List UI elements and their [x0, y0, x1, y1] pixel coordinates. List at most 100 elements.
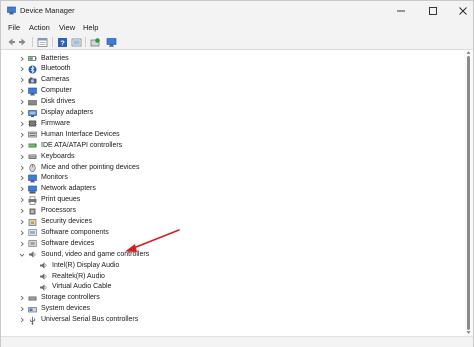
- chevron-right-icon[interactable]: [19, 66, 25, 72]
- minimize-icon: [397, 10, 405, 12]
- chevron-right-icon[interactable]: [19, 306, 25, 312]
- tree-item-label: Security devices: [41, 218, 92, 225]
- scroll-up-icon[interactable]: [466, 50, 471, 55]
- close-button[interactable]: [447, 1, 474, 21]
- tree-category-row[interactable]: Firmware: [1, 118, 461, 129]
- tree-category-row[interactable]: Keyboards: [1, 151, 461, 162]
- monitor-icon: [28, 174, 37, 183]
- menu-view[interactable]: View: [57, 22, 77, 33]
- tree-item-label: Software devices: [41, 239, 95, 247]
- storage-controller-icon: [28, 296, 37, 301]
- tree-category-row[interactable]: Print queues: [1, 195, 461, 206]
- toolbar-separator: [52, 37, 53, 47]
- forward-button[interactable]: [17, 36, 29, 48]
- chevron-right-icon[interactable]: [19, 143, 25, 149]
- tree-item-label: Bluetooth: [41, 65, 71, 73]
- display-adapter-icon: [28, 109, 37, 117]
- tree-device-row[interactable]: Realtek(R) Audio: [1, 271, 461, 282]
- tree-item-label: Disk drives: [41, 98, 76, 106]
- network-adapter-icon: [28, 185, 37, 194]
- scrollbar-thumb[interactable]: [467, 56, 470, 330]
- chevron-right-icon[interactable]: [19, 88, 25, 94]
- disk-drive-icon: [28, 99, 37, 105]
- monitor-button[interactable]: [105, 36, 117, 48]
- chevron-right-icon[interactable]: [19, 208, 25, 214]
- tree-item-label: Firmware: [41, 119, 71, 127]
- tree-category-row[interactable]: Display adapters: [1, 108, 461, 119]
- close-icon: [459, 7, 467, 15]
- chevron-right-icon[interactable]: [19, 186, 25, 192]
- tree-device-row[interactable]: Virtual Audio Cable: [1, 282, 461, 293]
- tree-category-row[interactable]: Batteries: [1, 53, 461, 64]
- toolbar-separator: [85, 37, 86, 47]
- tree-item-label: Computer: [41, 87, 72, 95]
- chevron-down-icon[interactable]: [19, 252, 25, 258]
- minimize-button[interactable]: [385, 1, 417, 21]
- tree-category-row[interactable]: Cameras: [1, 75, 461, 86]
- tree-category-row[interactable]: Security devices: [1, 217, 461, 228]
- tree-item-label: Sound, video and game controllers: [41, 250, 150, 258]
- update-driver-button[interactable]: [70, 36, 82, 48]
- title-bar: Device Manager: [1, 1, 473, 21]
- tree-category-row[interactable]: Software devices: [1, 238, 461, 249]
- tree-category-row[interactable]: System devices: [1, 304, 461, 315]
- tree-category-row[interactable]: Universal Serial Bus controllers: [1, 315, 461, 326]
- chevron-right-icon[interactable]: [19, 121, 25, 127]
- properties-button[interactable]: [36, 36, 48, 48]
- chevron-right-icon[interactable]: [19, 175, 25, 181]
- chevron-right-icon[interactable]: [19, 56, 25, 62]
- maximize-icon: [429, 7, 437, 15]
- window-title: Device Manager: [20, 6, 75, 15]
- tree-category-row[interactable]: Processors: [1, 206, 461, 217]
- scroll-down-icon[interactable]: [466, 330, 471, 335]
- speaker-icon: [40, 284, 47, 291]
- maximize-button[interactable]: [417, 1, 449, 21]
- chevron-right-icon[interactable]: [19, 110, 25, 116]
- scan-hardware-button[interactable]: [89, 36, 101, 48]
- tree-category-row[interactable]: Mice and other pointing devices: [1, 162, 461, 173]
- tree-category-row[interactable]: Network adapters: [1, 184, 461, 195]
- chevron-right-icon[interactable]: [19, 197, 25, 203]
- menu-help[interactable]: Help: [81, 22, 100, 33]
- help-button[interactable]: ?: [56, 36, 68, 48]
- tree-item-label: Processors: [41, 207, 77, 215]
- chevron-right-icon[interactable]: [19, 230, 25, 236]
- tree-category-row[interactable]: Sound, video and game controllers: [1, 249, 461, 260]
- camera-icon: [28, 77, 37, 84]
- tree-item-label: Software components: [41, 228, 109, 236]
- vertical-scrollbar[interactable]: [464, 50, 473, 336]
- tree-category-row[interactable]: Software components: [1, 227, 461, 238]
- tree-category-row[interactable]: Human Interface Devices: [1, 129, 461, 140]
- tree-device-row[interactable]: Intel(R) Display Audio: [1, 260, 461, 271]
- tree-category-row[interactable]: Computer: [1, 86, 461, 97]
- toolbar-separator: [32, 37, 33, 47]
- chevron-right-icon[interactable]: [19, 295, 25, 301]
- chevron-right-icon[interactable]: [19, 99, 25, 105]
- chevron-right-icon[interactable]: [19, 132, 25, 138]
- chevron-right-icon[interactable]: [19, 77, 25, 83]
- back-button[interactable]: [5, 36, 17, 48]
- update-driver-icon: [71, 38, 81, 46]
- chevron-right-icon[interactable]: [19, 154, 25, 160]
- chevron-right-icon[interactable]: [19, 219, 25, 225]
- tree-item-label: Intel(R) Display Audio: [52, 261, 120, 269]
- tree-item-label: Network adapters: [41, 185, 96, 193]
- chevron-right-icon[interactable]: [19, 317, 25, 323]
- tree-category-row[interactable]: Disk drives: [1, 97, 461, 108]
- menu-action[interactable]: Action: [27, 22, 52, 33]
- chevron-right-icon[interactable]: [19, 165, 25, 171]
- software-component-icon: [28, 229, 37, 237]
- computer-icon: [28, 87, 37, 96]
- system-device-icon: [28, 306, 37, 312]
- tree-category-row[interactable]: IDE ATA/ATAPI controllers: [1, 140, 461, 151]
- device-tree: Batteries Bluetooth Cameras Computer Disk dr…: [1, 50, 463, 336]
- menu-file[interactable]: File: [6, 22, 22, 33]
- security-device-icon: [28, 218, 37, 226]
- tree-category-row[interactable]: Monitors: [1, 173, 461, 184]
- tree-category-row[interactable]: Storage controllers: [1, 293, 461, 304]
- keyboard-icon: [28, 154, 37, 160]
- software-device-icon: [28, 240, 37, 248]
- tree-category-row[interactable]: Bluetooth: [1, 64, 461, 75]
- chevron-right-icon[interactable]: [19, 241, 25, 247]
- usb-icon: [30, 316, 35, 325]
